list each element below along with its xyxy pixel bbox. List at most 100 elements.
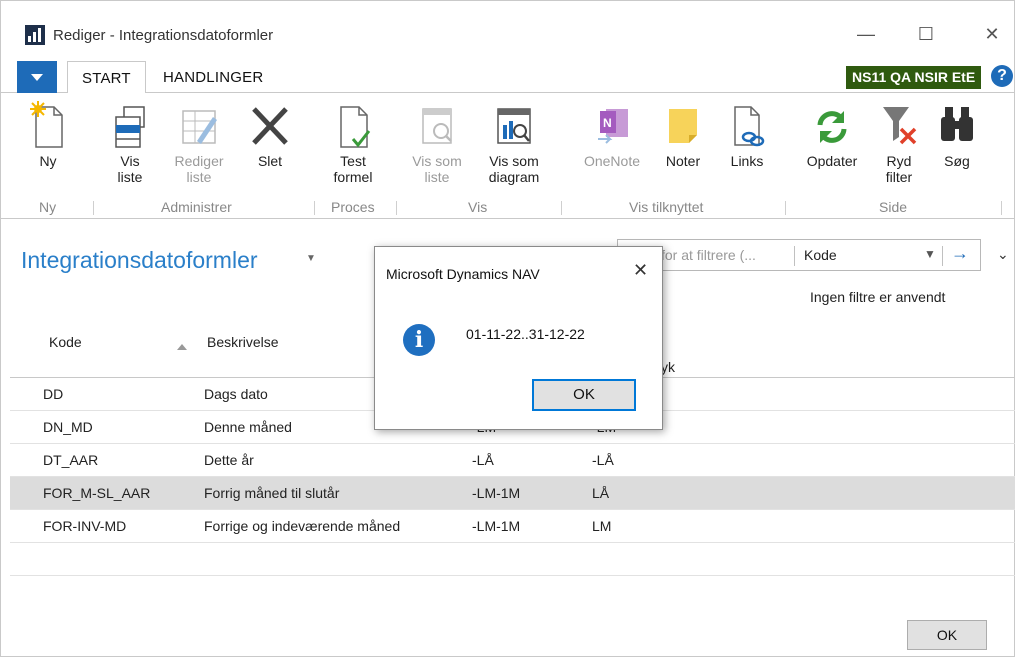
- test-document-icon: [340, 106, 371, 148]
- delete-button-label: Slet: [257, 153, 283, 169]
- links-label: Links: [730, 153, 764, 169]
- refresh-label: Opdater: [806, 153, 858, 169]
- close-icon[interactable]: ✕: [633, 260, 648, 281]
- cell-beskrivelse: Forrig måned til slutår: [204, 485, 340, 501]
- column-header-kode[interactable]: Kode: [49, 334, 82, 350]
- edit-list-button[interactable]: Rediger liste: [169, 93, 229, 185]
- delete-button[interactable]: Slet: [247, 93, 293, 169]
- filter-status: Ingen filtre er anvendt: [810, 289, 946, 305]
- refresh-button[interactable]: Opdater: [799, 93, 865, 169]
- dropdown-arrow-icon: [31, 74, 43, 81]
- search-label: Søg: [944, 153, 970, 169]
- cell-kode: FOR-INV-MD: [43, 518, 127, 534]
- group-separator: [1001, 201, 1002, 215]
- help-icon[interactable]: ?: [991, 65, 1013, 87]
- application-menu-button[interactable]: [17, 61, 57, 93]
- onenote-icon: N: [598, 109, 628, 144]
- chevron-down-icon[interactable]: ▼: [924, 247, 936, 261]
- group-label-view: Vis: [468, 199, 488, 215]
- environment-badge: NS11 QA NSIR EtE: [846, 66, 982, 89]
- title-dropdown-icon[interactable]: ▼: [306, 253, 316, 264]
- show-as-list-button[interactable]: Vis som liste: [409, 93, 465, 185]
- cell-formula: -LM-1M: [472, 518, 521, 534]
- show-as-chart-button[interactable]: Vis som diagram: [481, 93, 547, 185]
- table-row[interactable]: FOR-INV-MD Forrige og indeværende måned …: [10, 510, 1015, 543]
- cell-formula-2: LM: [592, 518, 612, 534]
- view-list-icon: [115, 106, 145, 148]
- filter-bar: Skriv for at filtrere (... Kode ▼ →: [617, 239, 981, 271]
- binoculars-icon: [941, 107, 973, 141]
- group-separator: [561, 201, 562, 215]
- filter-divider: [942, 246, 943, 266]
- search-button[interactable]: Søg: [937, 93, 977, 169]
- notes-button[interactable]: Noter: [657, 93, 709, 169]
- onenote-button[interactable]: N OneNote: [575, 93, 649, 169]
- svg-text:N: N: [603, 116, 612, 130]
- cell-formula: -LÅ: [472, 452, 494, 468]
- message-dialog: Microsoft Dynamics NAV ✕ i 01-11-22..31-…: [374, 246, 663, 430]
- group-label-new: Ny: [39, 199, 57, 215]
- tab-handlinger[interactable]: HANDLINGER: [149, 61, 277, 94]
- show-as-list-label-line1: Vis som: [412, 153, 462, 169]
- cell-formula: -LM-1M: [472, 485, 521, 501]
- dynamics-nav-app-icon: [25, 25, 45, 45]
- cell-beskrivelse: Dette år: [204, 452, 254, 468]
- clear-filter-button[interactable]: Ryd filter: [877, 93, 921, 185]
- group-separator: [396, 201, 397, 215]
- note-icon: [669, 109, 697, 143]
- ribbon: Ny Vis liste Rediger liste Slet Test for…: [1, 93, 1014, 219]
- show-as-chart-label-line2: diagram: [488, 169, 540, 185]
- maximize-icon[interactable]: ☐: [913, 23, 939, 45]
- edit-list-label-line2: liste: [186, 169, 212, 185]
- group-label-related: Vis tilknyttet: [629, 199, 704, 215]
- table-row[interactable]: DT_AAR Dette år -LÅ -LÅ: [10, 444, 1015, 477]
- group-label-process: Proces: [331, 199, 375, 215]
- dialog-message: 01-11-22..31-12-22: [466, 326, 585, 342]
- edit-list-label-line1: Rediger: [174, 153, 224, 169]
- group-separator: [785, 201, 786, 215]
- ok-button[interactable]: OK: [907, 620, 987, 650]
- new-button[interactable]: Ny: [27, 93, 69, 169]
- column-header-beskrivelse[interactable]: Beskrivelse: [207, 334, 279, 350]
- cell-kode: DD: [43, 386, 64, 402]
- show-as-list-icon: [422, 108, 452, 144]
- info-icon: i: [403, 324, 435, 356]
- view-list-label-line2: liste: [117, 169, 143, 185]
- cell-beskrivelse: Denne måned: [204, 419, 292, 435]
- show-as-chart-label-line1: Vis som: [489, 153, 539, 169]
- cell-formula-2: LÅ: [592, 485, 610, 501]
- notes-label: Noter: [665, 153, 701, 169]
- group-separator: [314, 201, 315, 215]
- title-bar: Rediger - Integrationsdatoformler — ☐ ✕: [1, 1, 1014, 45]
- test-formula-label-line2: formel: [333, 169, 373, 185]
- filter-divider: [794, 246, 795, 266]
- view-list-button[interactable]: Vis liste: [105, 93, 155, 185]
- cell-formula-2: -LÅ: [592, 452, 614, 468]
- cell-kode: DT_AAR: [43, 452, 99, 468]
- column-header-udtryk[interactable]: yk: [661, 359, 675, 375]
- page-title[interactable]: Integrationsdatoformler: [21, 247, 258, 274]
- edit-list-icon: [182, 110, 217, 144]
- links-button[interactable]: Links: [723, 93, 771, 169]
- new-button-label: Ny: [39, 153, 57, 169]
- test-formula-button[interactable]: Test formel: [327, 93, 379, 185]
- group-separator: [93, 201, 94, 215]
- close-icon[interactable]: ✕: [979, 23, 1005, 45]
- clear-filter-label-line1: Ryd: [886, 153, 912, 169]
- table-row-selected[interactable]: FOR_M-SL_AAR Forrig måned til slutår -LM…: [10, 477, 1015, 510]
- show-as-list-label-line2: liste: [424, 169, 450, 185]
- show-as-chart-icon: [497, 108, 531, 144]
- filter-field-select[interactable]: Kode: [804, 247, 837, 263]
- group-label-manage: Administrer: [161, 199, 232, 215]
- minimize-icon[interactable]: —: [853, 23, 879, 45]
- cell-beskrivelse: Dags dato: [204, 386, 268, 402]
- arrow-right-icon[interactable]: →: [951, 243, 969, 264]
- expand-chevron-icon[interactable]: ⌄: [997, 246, 1009, 263]
- dialog-ok-button[interactable]: OK: [532, 379, 636, 411]
- dialog-title: Microsoft Dynamics NAV: [386, 266, 540, 282]
- refresh-icon: [817, 111, 847, 143]
- test-formula-label-line1: Test: [340, 153, 366, 169]
- tab-start[interactable]: START: [67, 61, 146, 94]
- empty-row: [10, 543, 1015, 576]
- cell-kode: DN_MD: [43, 419, 93, 435]
